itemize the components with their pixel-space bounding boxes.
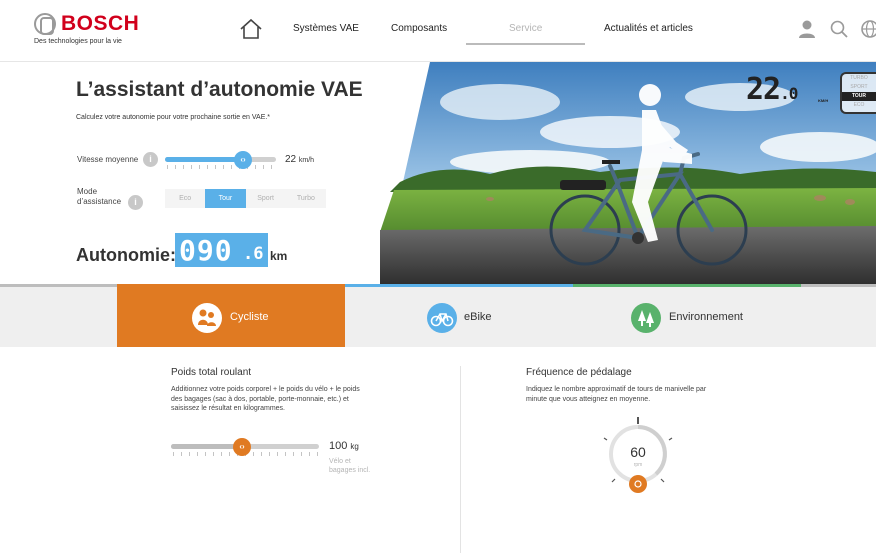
tab-cycliste[interactable]: Cycliste	[117, 284, 345, 347]
autonomy-unit: km	[270, 249, 288, 263]
display-mode-sport: SPORT	[850, 84, 868, 90]
nav-systemes-vae[interactable]: Systèmes VAE	[293, 23, 359, 34]
speed-slider[interactable]	[165, 157, 276, 162]
trees-icon	[631, 303, 661, 333]
cadence-dial[interactable]: 60 rpm	[598, 414, 678, 494]
tab-spacer-bar-right	[801, 284, 876, 287]
tab-environnement-bar	[573, 284, 801, 287]
range-assistant-hero: 22.0 KM/H TURBO SPORT TOUR ECO L’assista…	[0, 62, 876, 284]
speed-slider-handle[interactable]: ‹›	[234, 151, 252, 169]
category-tabs: Cycliste eBike Environnement	[0, 284, 876, 347]
speed-slider-ticks	[167, 165, 274, 169]
tab-cycliste-bar	[117, 284, 345, 287]
speed-info-icon[interactable]: i	[143, 152, 158, 167]
nav-service[interactable]: Service	[509, 23, 542, 34]
speed-value: 22 km/h	[285, 154, 315, 165]
tabs-right-spacer	[801, 284, 876, 347]
cadence-dial-tick	[603, 437, 608, 441]
tab-ebike[interactable]: eBike	[345, 284, 573, 347]
bosch-logo[interactable]: BOSCH Des technologies pour la vie	[34, 12, 144, 48]
weight-note-line: bagages incl.	[329, 467, 371, 474]
page-title: L’assistant d’autonomie VAE	[76, 78, 363, 101]
weight-description-line: des bagages (sac à dos, portable, porte-…	[171, 395, 349, 403]
cyclist-icon	[192, 303, 222, 333]
tab-environnement-label: Environnement	[669, 311, 743, 323]
autonomy-decimal: .6	[243, 244, 264, 264]
panel-divider	[460, 366, 461, 553]
tab-ebike-bar	[345, 284, 573, 287]
speed-label: Vitesse moyenne	[77, 155, 139, 164]
display-speed: 22.0	[746, 72, 798, 107]
tab-environnement[interactable]: Environnement	[573, 284, 801, 347]
autonomy-value: 090	[179, 234, 233, 267]
weight-description: Additionnez votre poids corporel + le po…	[171, 385, 401, 414]
tab-ebike-label: eBike	[464, 311, 492, 323]
weight-title: Poids total roulant	[171, 367, 252, 378]
weight-slider-fill	[171, 444, 242, 449]
tab-spacer-bar	[0, 284, 117, 287]
cadence-description-line: minute que vous atteignez en moyenne.	[526, 395, 651, 403]
globe-icon[interactable]	[860, 19, 876, 39]
assist-mode-info-icon[interactable]: i	[128, 195, 143, 210]
autonomy-label: Autonomie:	[76, 245, 176, 265]
mode-tour-button[interactable]: Tour	[205, 189, 246, 208]
display-mode-eco: ECO	[853, 102, 865, 108]
display-mode-tour: TOUR	[842, 92, 876, 101]
weight-note: Vélo et bagages incl.	[329, 457, 389, 475]
cadence-dial-tick	[668, 437, 673, 441]
tabs-left-spacer	[0, 284, 117, 347]
display-unit: KM/H	[818, 98, 829, 103]
weight-description-line: saisissez le résultat en kilogrammes.	[171, 405, 285, 412]
cadence-description-line: Indiquez le nombre approximatif de tours…	[526, 386, 707, 393]
cadence-description: Indiquez le nombre approximatif de tours…	[526, 385, 756, 404]
home-icon[interactable]	[239, 18, 263, 40]
bicycle-icon	[427, 303, 457, 333]
cadence-dial-tick	[660, 478, 665, 483]
bosch-armature-icon	[34, 13, 56, 35]
mode-turbo-button[interactable]: Turbo	[285, 189, 326, 208]
page-subtitle: Calculez votre autonomie pour votre proc…	[76, 114, 271, 121]
nav-actualites[interactable]: Actualités et articles	[604, 23, 693, 34]
search-icon[interactable]	[829, 19, 849, 39]
nav-composants[interactable]: Composants	[391, 23, 447, 34]
active-nav-indicator	[466, 43, 585, 45]
cadence-dial-handle[interactable]	[629, 475, 647, 493]
assist-mode-selector: Eco Tour Sport Turbo	[165, 189, 326, 208]
weight-note-line: Vélo et	[329, 458, 351, 465]
brand-name: BOSCH	[61, 12, 140, 35]
display-mode-turbo: TURBO	[850, 75, 868, 81]
speed-slider-fill	[165, 157, 243, 162]
cadence-title: Fréquence de pédalage	[526, 367, 632, 378]
mode-eco-button[interactable]: Eco	[165, 189, 206, 208]
display-mode-list: TURBO SPORT TOUR ECO	[840, 72, 876, 114]
autonomy-display: 090 .6	[175, 233, 268, 267]
brand-tagline: Des technologies pour la vie	[34, 38, 122, 45]
weight-slider-handle[interactable]: ‹›	[233, 438, 251, 456]
mode-sport-button[interactable]: Sport	[245, 189, 286, 208]
user-icon[interactable]	[797, 19, 817, 39]
weight-value: 100 kg	[329, 440, 359, 452]
cadence-dial-tick	[611, 478, 616, 483]
assist-mode-label: Mode d’assistance	[77, 187, 122, 206]
tab-cycliste-label: Cycliste	[230, 311, 269, 323]
site-header: BOSCH Des technologies pour la vie Systè…	[0, 0, 876, 62]
bosch-display: 22.0 KM/H TURBO SPORT TOUR ECO	[746, 70, 876, 116]
weight-description-line: Additionnez votre poids corporel + le po…	[171, 386, 360, 393]
cadence-value: 60	[630, 444, 646, 460]
cadence-unit: rpm	[634, 462, 643, 468]
